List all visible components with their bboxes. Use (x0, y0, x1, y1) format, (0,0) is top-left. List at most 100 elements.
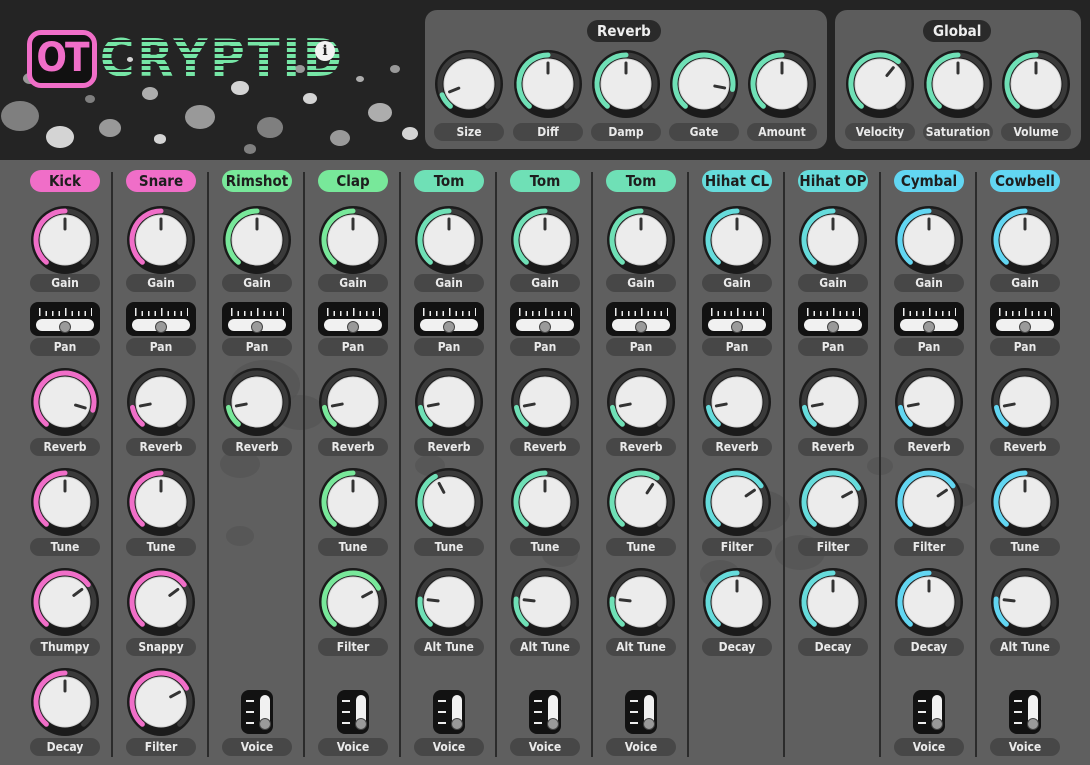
knob-saturation-dial[interactable] (923, 49, 993, 119)
kick-thumpy-dial[interactable] (30, 567, 100, 637)
pan-handle[interactable] (923, 321, 935, 333)
tom-gain-dial[interactable] (510, 205, 580, 275)
tom-tune-dial[interactable] (606, 467, 676, 537)
hihat-cl-reverb-knob[interactable] (702, 367, 772, 437)
clap-reverb-knob[interactable] (318, 367, 388, 437)
snare-pan-slider[interactable] (126, 302, 196, 336)
snare-gain-knob[interactable] (126, 205, 196, 275)
tom-reverb-knob[interactable] (414, 367, 484, 437)
tom-voice-switch[interactable] (625, 690, 657, 734)
knob-diff-dial[interactable] (513, 49, 583, 119)
tom-tune-knob[interactable] (606, 467, 676, 537)
knob-damp[interactable] (591, 49, 661, 119)
hihat-op-pan-slider[interactable] (798, 302, 868, 336)
rimshot-gain-knob[interactable] (222, 205, 292, 275)
tom-gain-knob[interactable] (606, 205, 676, 275)
hihat-cl-pan-slider[interactable] (702, 302, 772, 336)
knob-damp-dial[interactable] (591, 49, 661, 119)
snare-tune-knob[interactable] (126, 467, 196, 537)
clap-voice-switch[interactable] (337, 690, 369, 734)
tom-alt-tune-knob[interactable] (510, 567, 580, 637)
cymbal-reverb-knob[interactable] (894, 367, 964, 437)
tom-pan-slider[interactable] (414, 302, 484, 336)
knob-gate-dial[interactable] (669, 49, 739, 119)
hihat-op-decay-knob[interactable] (798, 567, 868, 637)
clap-reverb-dial[interactable] (318, 367, 388, 437)
tom-alt-tune-dial[interactable] (510, 567, 580, 637)
cymbal-gain-dial[interactable] (894, 205, 964, 275)
pan-handle[interactable] (251, 321, 263, 333)
kick-pan-slider[interactable] (30, 302, 100, 336)
hihat-op-gain-dial[interactable] (798, 205, 868, 275)
tom-reverb-dial[interactable] (510, 367, 580, 437)
voice-handle[interactable] (355, 718, 367, 730)
tom-gain-knob[interactable] (414, 205, 484, 275)
kick-decay-dial[interactable] (30, 667, 100, 737)
cowbell-alt-tune-dial[interactable] (990, 567, 1060, 637)
kick-reverb-dial[interactable] (30, 367, 100, 437)
knob-gate[interactable] (669, 49, 739, 119)
knob-velocity-dial[interactable] (845, 49, 915, 119)
pan-handle[interactable] (1019, 321, 1031, 333)
rimshot-reverb-knob[interactable] (222, 367, 292, 437)
hihat-op-reverb-knob[interactable] (798, 367, 868, 437)
cowbell-gain-knob[interactable] (990, 205, 1060, 275)
knob-saturation[interactable] (923, 49, 993, 119)
cymbal-decay-knob[interactable] (894, 567, 964, 637)
hihat-op-reverb-dial[interactable] (798, 367, 868, 437)
cymbal-decay-dial[interactable] (894, 567, 964, 637)
knob-size[interactable] (434, 49, 504, 119)
tom-tune-dial[interactable] (510, 467, 580, 537)
clap-pan-slider[interactable] (318, 302, 388, 336)
clap-gain-dial[interactable] (318, 205, 388, 275)
clap-gain-knob[interactable] (318, 205, 388, 275)
hihat-cl-reverb-dial[interactable] (702, 367, 772, 437)
cowbell-tune-dial[interactable] (990, 467, 1060, 537)
pan-handle[interactable] (155, 321, 167, 333)
clap-filter-knob[interactable] (318, 567, 388, 637)
cowbell-voice-switch[interactable] (1009, 690, 1041, 734)
clap-tune-dial[interactable] (318, 467, 388, 537)
knob-amount[interactable] (747, 49, 817, 119)
tom-reverb-knob[interactable] (606, 367, 676, 437)
kick-decay-knob[interactable] (30, 667, 100, 737)
hihat-op-filter-knob[interactable] (798, 467, 868, 537)
snare-gain-dial[interactable] (126, 205, 196, 275)
kick-reverb-knob[interactable] (30, 367, 100, 437)
tom-alt-tune-knob[interactable] (606, 567, 676, 637)
tom-tune-knob[interactable] (510, 467, 580, 537)
clap-tune-knob[interactable] (318, 467, 388, 537)
pan-handle[interactable] (59, 321, 71, 333)
knob-size-dial[interactable] (434, 49, 504, 119)
cymbal-filter-dial[interactable] (894, 467, 964, 537)
tom-reverb-dial[interactable] (606, 367, 676, 437)
tom-alt-tune-dial[interactable] (414, 567, 484, 637)
cymbal-voice-switch[interactable] (913, 690, 945, 734)
snare-snappy-knob[interactable] (126, 567, 196, 637)
tom-reverb-dial[interactable] (414, 367, 484, 437)
tom-pan-slider[interactable] (510, 302, 580, 336)
voice-handle[interactable] (1027, 718, 1039, 730)
rimshot-pan-slider[interactable] (222, 302, 292, 336)
pan-handle[interactable] (635, 321, 647, 333)
hihat-cl-gain-knob[interactable] (702, 205, 772, 275)
hihat-cl-decay-dial[interactable] (702, 567, 772, 637)
kick-thumpy-knob[interactable] (30, 567, 100, 637)
snare-tune-dial[interactable] (126, 467, 196, 537)
cowbell-alt-tune-knob[interactable] (990, 567, 1060, 637)
hihat-cl-filter-knob[interactable] (702, 467, 772, 537)
cymbal-filter-knob[interactable] (894, 467, 964, 537)
tom-gain-dial[interactable] (606, 205, 676, 275)
snare-filter-knob[interactable] (126, 667, 196, 737)
cowbell-pan-slider[interactable] (990, 302, 1060, 336)
voice-handle[interactable] (643, 718, 655, 730)
tom-voice-switch[interactable] (433, 690, 465, 734)
voice-handle[interactable] (931, 718, 943, 730)
tom-tune-dial[interactable] (414, 467, 484, 537)
tom-voice-switch[interactable] (529, 690, 561, 734)
pan-handle[interactable] (827, 321, 839, 333)
cymbal-pan-slider[interactable] (894, 302, 964, 336)
hihat-cl-gain-dial[interactable] (702, 205, 772, 275)
knob-velocity[interactable] (845, 49, 915, 119)
rimshot-gain-dial[interactable] (222, 205, 292, 275)
